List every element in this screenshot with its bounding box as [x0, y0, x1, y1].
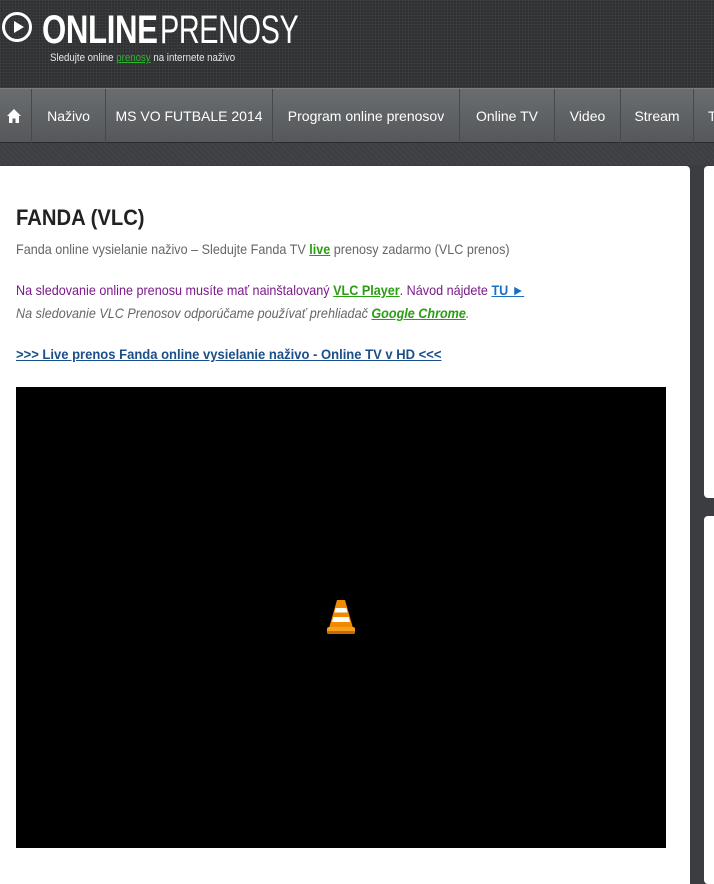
live-stream-link[interactable]: >>> Live prenos Fanda online vysielanie …	[16, 346, 441, 362]
nav-item-video[interactable]: Video	[555, 89, 621, 143]
play-logo-icon[interactable]	[2, 12, 32, 42]
vlc-player-link[interactable]: VLC Player	[333, 282, 400, 298]
browser-info-line: Na sledovanie VLC Prenosov odporúčame po…	[16, 305, 469, 321]
live-link[interactable]: live	[309, 241, 330, 257]
main-navigation: Naživo MS VO FUTBALE 2014 Program online…	[0, 88, 714, 143]
nav-home[interactable]	[0, 89, 32, 143]
home-icon	[7, 109, 21, 123]
nav-shadow-strip	[0, 143, 714, 165]
tagline-text-start: Sledujte online	[50, 52, 117, 64]
nav-item-truncated[interactable]: T	[694, 89, 714, 143]
info2-text-start: Na sledovanie VLC Prenosov odporúčame po…	[16, 305, 372, 321]
tagline-link[interactable]: prenosy	[116, 52, 150, 64]
page-subtitle: Fanda online vysielanie naživo – Sledujt…	[16, 241, 510, 257]
site-header: ONLINE PRENOSY Sledujte online prenosy n…	[0, 0, 714, 88]
nav-item-online-tv[interactable]: Online TV	[460, 89, 555, 143]
site-logo[interactable]: ONLINE PRENOSY	[42, 8, 299, 53]
tagline-text-end: na internete naživo	[150, 52, 236, 64]
nav-item-program[interactable]: Program online prenosov	[273, 89, 460, 143]
page-title: FANDA (VLC)	[16, 205, 145, 230]
sidebar-panel-top	[704, 166, 714, 498]
nav-item-stream[interactable]: Stream	[621, 89, 694, 143]
nav-item-ms-futbale[interactable]: MS VO FUTBALE 2014	[106, 89, 273, 143]
info1-text-start: Na sledovanie online prenosu musíte mať …	[16, 282, 334, 298]
subtitle-text-start: Fanda online vysielanie naživo – Sledujt…	[16, 241, 310, 257]
guide-link[interactable]: TU ►	[491, 282, 524, 298]
vlc-info-line: Na sledovanie online prenosu musíte mať …	[16, 282, 524, 298]
info1-text-mid: . Návod nájdete	[399, 282, 492, 298]
info2-text-end: .	[465, 305, 470, 321]
logo-word-online: ONLINE	[42, 8, 158, 52]
sidebar-panel-bottom	[704, 516, 714, 884]
site-tagline: Sledujte online prenosy na internete naž…	[50, 52, 235, 64]
vlc-cone-icon[interactable]	[326, 598, 356, 636]
video-player[interactable]	[16, 387, 666, 848]
google-chrome-link[interactable]: Google Chrome	[371, 305, 466, 321]
nav-item-nazivo[interactable]: Naživo	[32, 89, 106, 143]
subtitle-text-end: prenosy zadarmo (VLC prenos)	[330, 241, 510, 257]
logo-word-prenosy: PRENOSY	[160, 8, 299, 52]
